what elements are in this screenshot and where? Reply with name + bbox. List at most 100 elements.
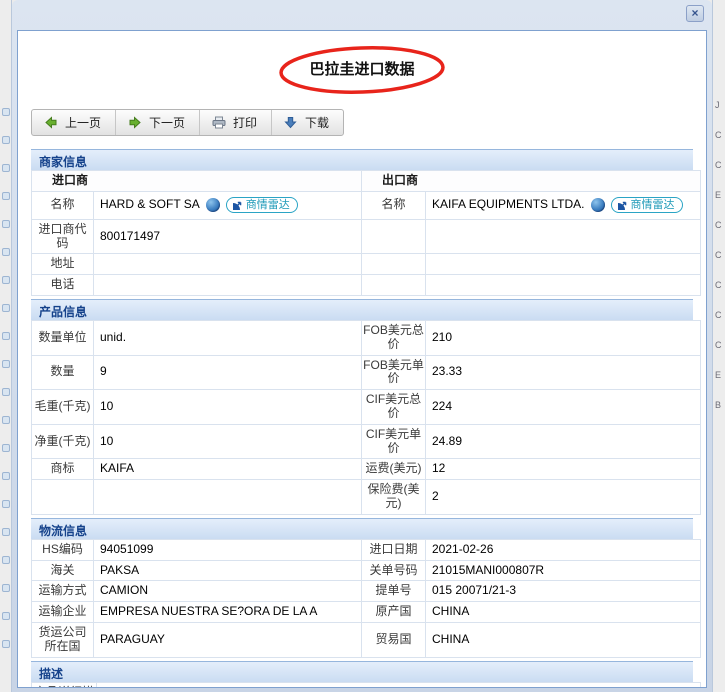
download-label: 下载: [305, 116, 330, 130]
download-button[interactable]: 下载: [272, 110, 343, 135]
field-value: KAIFA: [93, 458, 362, 481]
field-label: 关单号码: [361, 559, 426, 582]
radar-badge-button[interactable]: 商情雷达: [610, 197, 683, 214]
background-text-fragment: E: [715, 190, 722, 200]
background-mini-icon: [2, 416, 10, 424]
table-row: 商标 KAIFA 运费(美元) 12: [31, 458, 701, 481]
table-row: 数量 9 FOB美元单价 23.33: [31, 354, 701, 391]
pager-toolbar: 上一页 下一页 打印 下载: [31, 109, 345, 136]
radar-icon: [232, 201, 242, 210]
dialog-titlebar: ×: [12, 0, 712, 30]
importer-name-cell: HARD & SOFT SA 商情雷达: [92, 190, 363, 220]
table-row: 产品详细描述LINEAS LED MUEBLE(LUCES LED QUE VA…: [31, 681, 701, 687]
background-mini-icon: [2, 108, 10, 116]
background-mini-icon: [2, 584, 10, 592]
field-value: 10: [93, 423, 362, 460]
table-row: 货运公司所在国 PARAGUAY 贸易国 CHINA: [31, 621, 701, 658]
background-mini-icon: [2, 388, 10, 396]
field-value: EMPRESA NUESTRA SE?ORA DE LA A: [93, 601, 362, 623]
close-icon[interactable]: ×: [686, 5, 704, 22]
table-row: HS编码 94051099 进口日期 2021-02-26: [31, 538, 701, 561]
table-row: 运输方式 CAMION 提单号 015 20071/21-3: [31, 580, 701, 603]
background-mini-icon: [2, 556, 10, 564]
background-mini-icon: [2, 360, 10, 368]
field-value: 10: [93, 389, 362, 425]
field-value: [425, 253, 701, 276]
field-label: HS编码: [31, 538, 94, 561]
field-label: CIF美元总价: [361, 389, 426, 425]
radar-icon: [617, 201, 626, 210]
field-value: PAKSA: [93, 559, 362, 582]
field-label: 电话: [31, 274, 94, 296]
table-row: 进口商 出口商: [30, 170, 701, 192]
table-row: 净重(千克) 10 CIF美元单价 24.89: [31, 423, 701, 460]
field-label: 名称: [31, 190, 94, 220]
background-mini-icon: [2, 136, 10, 144]
merchant-table: 进口商 出口商 名称 HARD & SOFT SA 商情雷达 名称 KAIFA …: [30, 170, 701, 296]
globe-icon[interactable]: [590, 198, 605, 213]
logistics-section: 物流信息 HS编码 94051099 进口日期 2021-02-26 海关 PAKSA 关单…: [31, 517, 701, 658]
background-text-fragment: B: [715, 400, 722, 410]
background-mini-icon: [2, 304, 10, 312]
field-label: 货运公司所在国: [31, 621, 94, 658]
background-mini-icon: [2, 332, 10, 340]
field-label: 提单号: [361, 580, 426, 603]
background-text-fragment: C: [715, 340, 722, 350]
importer-phone: [92, 274, 363, 296]
prev-page-label: 上一页: [65, 116, 102, 130]
field-value: CHINA: [425, 601, 701, 623]
table-row: 海关 PAKSA 关单号码 21015MANI000807R: [31, 559, 701, 582]
radar-badge-button[interactable]: 商情雷达: [225, 197, 298, 214]
background-mini-icon: [2, 220, 10, 228]
logistics-table: HS编码 94051099 进口日期 2021-02-26 海关 PAKSA 关单号码 210…: [31, 538, 701, 658]
prev-page-button[interactable]: 上一页: [32, 110, 117, 135]
field-label: 名称: [361, 190, 427, 220]
field-label: 净重(千克): [31, 423, 94, 460]
radar-badge-label: 商情雷达: [630, 198, 675, 211]
background-mini-icon: [2, 444, 10, 452]
field-value: 24.89: [425, 423, 701, 460]
table-row: 电话: [31, 274, 701, 296]
field-label: [361, 253, 427, 276]
arrow-right-icon: [128, 116, 142, 129]
product-table-body: 数量单位 unid. FOB美元总价 210 数量 9 FOB美元单价 23.33 毛重(千克)…: [31, 319, 701, 515]
background-mini-icon: [2, 500, 10, 508]
field-value: 12: [425, 458, 701, 481]
table-row: 运输企业 EMPRESA NUESTRA SE?ORA DE LA A 原产国 CHI…: [31, 601, 701, 623]
print-button[interactable]: 打印: [200, 110, 273, 135]
radar-badge-label: 商情雷达: [245, 198, 290, 211]
table-row: 地址: [31, 253, 701, 276]
field-label: 数量单位: [31, 319, 94, 356]
background-mini-icon: [2, 276, 10, 284]
field-label: 运输方式: [31, 580, 94, 603]
field-label: [31, 479, 94, 515]
field-value: [93, 479, 362, 515]
field-label: 保险费(美元): [361, 479, 426, 515]
logistics-table-body: HS编码 94051099 进口日期 2021-02-26 海关 PAKSA 关单号码 210…: [31, 538, 701, 658]
background-text-fragment: C: [715, 310, 722, 320]
field-label: 产品详细描述: [31, 681, 97, 687]
description-section: 描述 产品详细描述LINEAS LED MUEBLE(LUCES LED QUE…: [31, 660, 701, 687]
field-label: FOB美元总价: [361, 319, 426, 356]
globe-icon[interactable]: [205, 198, 220, 213]
field-label: FOB美元单价: [361, 354, 426, 391]
background-text-fragment: C: [715, 250, 722, 260]
background-text-fragment: C: [715, 280, 722, 290]
field-label: 毛重(千克): [31, 389, 94, 425]
background-mini-icon: [2, 528, 10, 536]
field-label: 运输企业: [31, 601, 94, 623]
field-value: LINEAS LED MUEBLE(LUCES LED QUE VAN DENT…: [96, 681, 701, 687]
background-page-left-sliver: [0, 0, 12, 692]
field-label: 进口日期: [361, 538, 426, 561]
background-mini-icon: [2, 612, 10, 620]
field-label: 海关: [31, 559, 94, 582]
field-value: 21015MANI000807R: [425, 559, 701, 582]
background-mini-icon: [2, 472, 10, 480]
importer-code: 800171497: [92, 218, 363, 255]
merchant-section: 商家信息 进口商 出口商 名称 HARD & SOFT SA 商情雷达 名称 K…: [30, 149, 701, 296]
printer-icon: [212, 116, 226, 129]
description-section-header: 描述: [31, 660, 693, 682]
field-label: 贸易国: [361, 621, 426, 658]
import-data-dialog: × 巴拉圭进口数据 上一页 下一页 打印 下载 商家信息 进口商 出口商 名称 …: [12, 0, 712, 692]
next-page-button[interactable]: 下一页: [116, 110, 201, 135]
